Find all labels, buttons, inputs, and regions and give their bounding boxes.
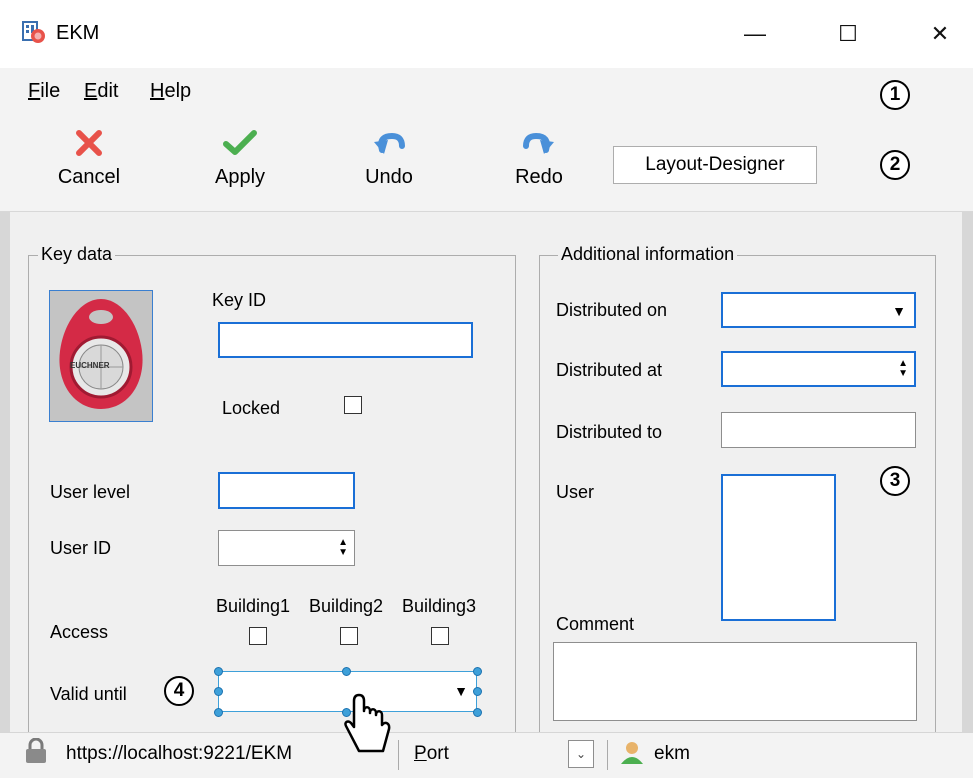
current-user: ekm [654, 743, 690, 764]
distributed-to-label: Distributed to [556, 422, 663, 442]
valid-until-label: Valid until [50, 684, 127, 704]
building-3-checkbox[interactable] [431, 627, 449, 645]
access-label: Access [50, 622, 109, 642]
distributed-on-dropdown[interactable]: ▼ [721, 292, 916, 328]
user-label: User [556, 482, 595, 502]
distributed-at-stepper[interactable]: ▲ ▼ [721, 351, 916, 387]
spin-arrows-icon[interactable]: ▲ ▼ [338, 537, 348, 559]
menu-edit-mnemonic: E [84, 80, 98, 102]
building-2-checkbox[interactable] [340, 627, 358, 645]
comment-textarea[interactable] [553, 642, 917, 721]
undo-label: Undo [365, 166, 413, 188]
checkmark-icon [223, 130, 257, 155]
distributed-at-label: Distributed at [556, 360, 663, 380]
port-mnemonic: P [414, 743, 427, 764]
distributed-on-label: Distributed on [556, 300, 668, 320]
menu-bar [0, 68, 973, 116]
resize-handle[interactable] [214, 708, 223, 717]
spin-arrows-icon[interactable]: ▲ ▼ [898, 358, 908, 380]
menu-file-mnemonic: F [28, 80, 41, 102]
building-1-checkbox[interactable] [249, 627, 267, 645]
dropdown-arrow-icon[interactable]: ▼ [892, 303, 906, 319]
additional-info-title: Additional information [558, 244, 738, 265]
distributed-to-input[interactable] [721, 412, 916, 448]
server-url: https://localhost:9221/EKM [66, 743, 293, 764]
x-icon [76, 130, 102, 156]
redo-arrow-icon [523, 132, 554, 154]
key-brand-label: EUCHNER [70, 361, 110, 370]
user-level-input[interactable] [218, 472, 355, 509]
status-divider [607, 740, 608, 770]
menu-help-mnemonic: H [150, 80, 165, 102]
left-frame [0, 212, 10, 732]
user-list[interactable] [721, 474, 836, 621]
resize-handle[interactable] [214, 667, 223, 676]
port-label[interactable]: Port [414, 743, 449, 765]
menu-file-label: ile [40, 80, 61, 102]
user-id-stepper[interactable]: ▲ ▼ [218, 530, 355, 566]
comment-label: Comment [556, 614, 635, 634]
resize-handle[interactable] [473, 687, 482, 696]
close-button[interactable]: ✕ [910, 14, 970, 54]
undo-arrow-icon [374, 132, 405, 154]
menu-file[interactable]: File [28, 80, 60, 103]
building-1-label: Building1 [216, 596, 291, 616]
key-id-label: Key ID [212, 290, 267, 310]
resize-handle[interactable] [473, 667, 482, 676]
port-label-text: ort [426, 743, 449, 764]
resize-handle[interactable] [342, 667, 351, 676]
toolbar [0, 116, 973, 212]
right-frame [962, 212, 973, 732]
ekm-app-icon [22, 20, 46, 44]
key-id-input[interactable] [218, 322, 473, 358]
cancel-label: Cancel [57, 166, 121, 188]
building-2-label: Building2 [309, 596, 384, 616]
menu-help[interactable]: Help [150, 80, 191, 103]
user-id-label: User ID [50, 538, 112, 558]
menu-help-label: elp [164, 80, 192, 102]
resize-handle[interactable] [473, 708, 482, 717]
callout-3: 3 [880, 466, 910, 496]
lock-icon [24, 737, 48, 769]
menu-edit-label: dit [97, 80, 119, 102]
key-data-title: Key data [38, 244, 116, 265]
callout-1: 1 [880, 80, 910, 110]
apply-button[interactable]: Apply [195, 128, 285, 206]
key-fob-image [50, 291, 152, 421]
mouse-cursor-icon [343, 693, 393, 764]
status-divider [398, 740, 399, 770]
redo-label: Redo [515, 166, 563, 188]
maximize-button[interactable]: ☐ [818, 14, 878, 54]
cancel-button[interactable]: Cancel [44, 128, 134, 206]
callout-4: 4 [164, 676, 194, 706]
window-title: EKM [56, 22, 100, 44]
callout-2: 2 [880, 150, 910, 180]
undo-button[interactable]: Undo [344, 128, 434, 206]
locked-checkbox[interactable] [344, 396, 362, 414]
minimize-button[interactable]: — [725, 14, 785, 54]
locked-label: Locked [222, 398, 281, 418]
layout-designer-button[interactable]: Layout-Designer [613, 146, 817, 184]
resize-handle[interactable] [214, 687, 223, 696]
key-image: EUCHNER [49, 290, 153, 422]
user-level-label: User level [50, 482, 131, 502]
user-icon [620, 740, 644, 771]
redo-button[interactable]: Redo [494, 128, 584, 206]
apply-label: Apply [214, 166, 266, 188]
menu-edit[interactable]: Edit [84, 80, 118, 103]
port-dropdown[interactable]: ⌄ [568, 740, 594, 768]
building-3-label: Building3 [402, 596, 477, 616]
dropdown-arrow-icon[interactable]: ▼ [454, 683, 468, 699]
